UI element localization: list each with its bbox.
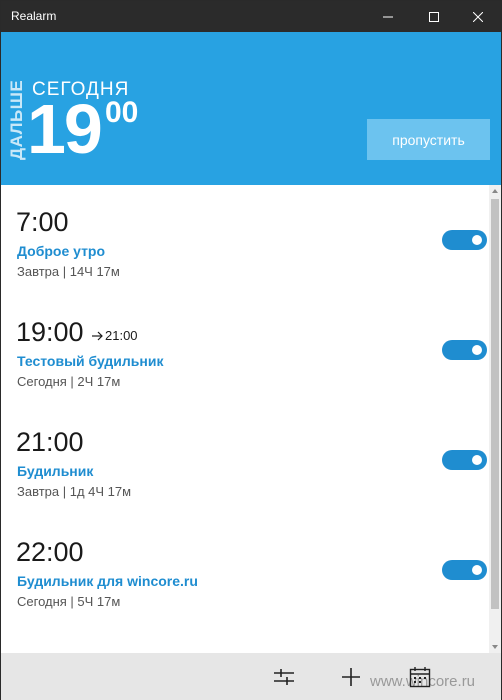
scroll-down-icon[interactable] bbox=[492, 645, 498, 649]
alarm-name: Будильник bbox=[17, 463, 94, 479]
alarm-time: 22:00 bbox=[16, 537, 84, 567]
alarm-toggle[interactable] bbox=[442, 560, 487, 580]
alarm-countdown: Завтра | 14Ч 17м bbox=[17, 264, 120, 279]
maximize-button[interactable] bbox=[411, 1, 457, 32]
next-label: ДАЛЬШЕ bbox=[7, 79, 26, 160]
title-bar: Realarm bbox=[1, 1, 501, 32]
alarm-toggle[interactable] bbox=[442, 230, 487, 250]
alarm-countdown: Сегодня | 5Ч 17м bbox=[17, 594, 121, 609]
next-alarm-minutes: 00 bbox=[105, 96, 139, 129]
alarm-toggle[interactable] bbox=[442, 340, 487, 360]
alarm-name: Доброе утро bbox=[17, 243, 106, 259]
alarm-list: 7:00 Доброе утро Завтра | 14Ч 17м 19:00 … bbox=[1, 185, 489, 653]
alarm-item[interactable]: 19:00 21:00 Тестовый будильник Сегодня |… bbox=[1, 295, 489, 405]
maximize-icon bbox=[429, 11, 439, 22]
alarm-snooze-time: 21:00 bbox=[92, 328, 138, 343]
next-alarm-header: ДАЛЬШЕ СЕГОДНЯ 19 00 пропустить bbox=[1, 32, 501, 185]
arrow-right-icon bbox=[92, 331, 103, 340]
close-button[interactable] bbox=[455, 1, 501, 32]
minimize-button[interactable] bbox=[365, 1, 411, 32]
minimize-icon bbox=[383, 16, 393, 17]
alarm-time: 21:00 bbox=[16, 427, 84, 457]
toggle-knob bbox=[472, 565, 482, 575]
alarm-time: 19:00 bbox=[16, 317, 84, 347]
skip-button[interactable]: пропустить bbox=[367, 119, 490, 160]
alarm-snooze-time-value: 21:00 bbox=[105, 328, 138, 343]
next-alarm-time: 19 00 bbox=[27, 94, 138, 174]
alarm-toggle[interactable] bbox=[442, 450, 487, 470]
scroll-thumb[interactable] bbox=[491, 199, 499, 609]
alarm-name: Будильник для wincore.ru bbox=[17, 573, 198, 589]
alarm-item[interactable]: 22:00 Будильник для wincore.ru Сегодня |… bbox=[1, 515, 489, 625]
alarm-time: 7:00 bbox=[16, 207, 69, 237]
scroll-up-icon[interactable] bbox=[492, 189, 498, 193]
add-icon bbox=[342, 668, 360, 686]
app-window: Realarm ДАЛЬШЕ СЕГОДНЯ 19 00 пропустить … bbox=[0, 0, 502, 700]
calendar-icon bbox=[409, 667, 431, 688]
settings-sliders-icon bbox=[274, 669, 294, 685]
calendar-button[interactable] bbox=[406, 663, 434, 691]
add-alarm-button[interactable] bbox=[337, 663, 365, 691]
list-scrollbar[interactable] bbox=[489, 185, 501, 653]
toggle-knob bbox=[472, 235, 482, 245]
alarm-countdown: Завтра | 1д 4Ч 17м bbox=[17, 484, 132, 499]
toggle-knob bbox=[472, 455, 482, 465]
app-title: Realarm bbox=[11, 9, 57, 23]
alarm-item[interactable]: 21:00 Будильник Завтра | 1д 4Ч 17м bbox=[1, 405, 489, 515]
close-icon bbox=[473, 11, 483, 22]
alarm-name: Тестовый будильник bbox=[17, 353, 164, 369]
alarm-countdown: Сегодня | 2Ч 17м bbox=[17, 374, 121, 389]
alarm-item[interactable]: 7:00 Доброе утро Завтра | 14Ч 17м bbox=[1, 185, 489, 295]
next-alarm-hours: 19 bbox=[27, 90, 103, 168]
bottom-app-bar: www.wincore.ru bbox=[1, 653, 501, 700]
settings-button[interactable] bbox=[270, 663, 298, 691]
toggle-knob bbox=[472, 345, 482, 355]
